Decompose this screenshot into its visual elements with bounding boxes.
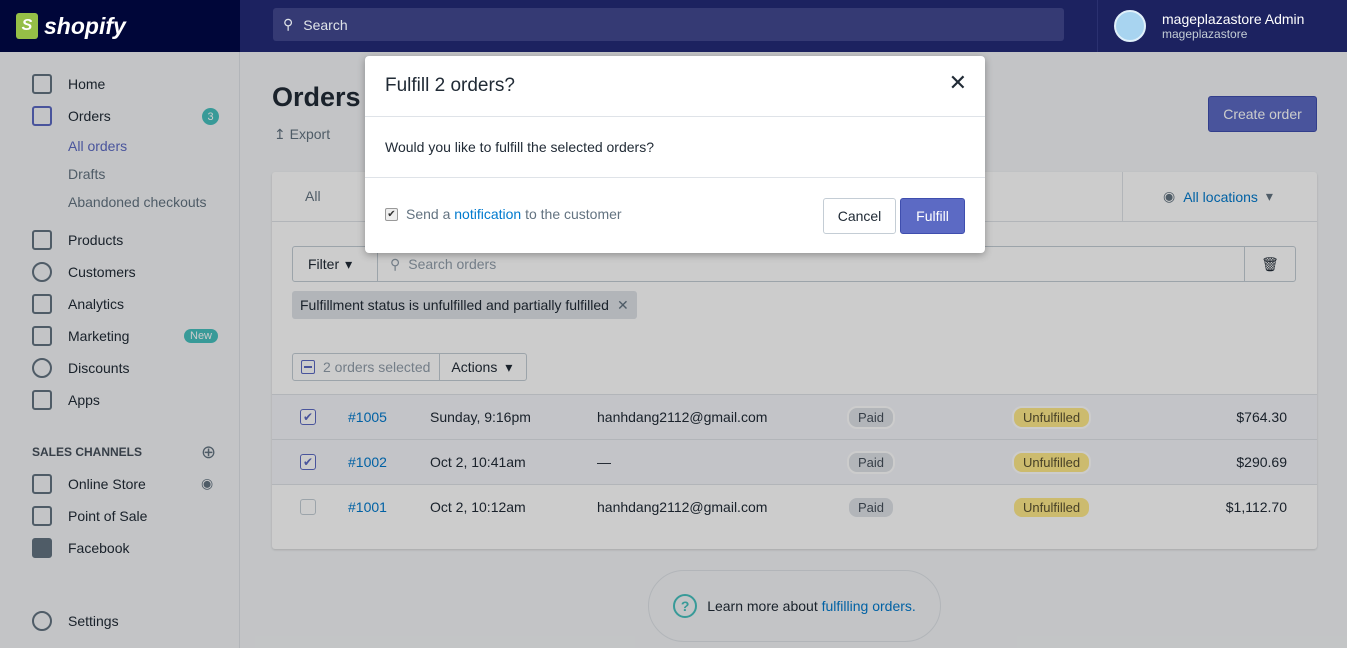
cancel-button[interactable]: Cancel <box>823 198 896 234</box>
store-name: mageplazastore <box>1162 27 1248 41</box>
top-bar: Sshopify ⚲ Search mageplazastore Admin mag… <box>0 0 1347 52</box>
notification-link[interactable]: notification <box>454 206 521 222</box>
search-icon: ⚲ <box>283 16 294 32</box>
notify-checkbox[interactable]: ✔ <box>385 207 398 221</box>
fulfill-button[interactable]: Fulfill <box>900 198 965 234</box>
label: Send a <box>406 206 451 222</box>
brand: shopify <box>44 12 126 39</box>
close-icon[interactable]: ✕ <box>949 70 967 96</box>
shopify-logo[interactable]: Sshopify <box>0 0 240 52</box>
modal-body: Would you like to fulfill the selected o… <box>365 117 985 178</box>
user-name: mageplazastore Admin <box>1162 11 1305 27</box>
shopify-bag-icon: S <box>16 13 38 39</box>
avatar <box>1114 10 1146 42</box>
user-menu[interactable]: mageplazastore Admin mageplazastore <box>1097 0 1347 52</box>
fulfill-modal: Fulfill 2 orders? ✕ Would you like to ful… <box>365 56 985 253</box>
label: to the customer <box>525 206 622 222</box>
modal-title: Fulfill 2 orders? <box>385 75 515 96</box>
global-search[interactable]: ⚲ Search <box>273 8 1064 41</box>
search-placeholder: Search <box>303 16 348 33</box>
